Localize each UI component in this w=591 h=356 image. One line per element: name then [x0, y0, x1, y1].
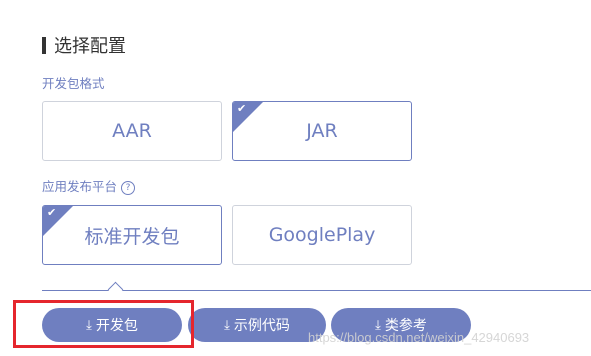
package-format-label: 开发包格式	[42, 76, 105, 91]
download-sample-code-label: 示例代码	[233, 318, 290, 334]
platform-option-standard-label: 标准开发包	[84, 225, 180, 248]
help-icon[interactable]: ?	[121, 181, 136, 195]
divider	[42, 290, 591, 291]
watermark: https://blog.csdn.net/weixin_42940693	[308, 330, 530, 345]
check-icon: ✔	[237, 102, 247, 115]
format-option-jar[interactable]: ✔ JAR	[232, 101, 412, 161]
platform-option-googleplay[interactable]: GooglePlay	[232, 205, 412, 265]
format-option-aar-label: AAR	[112, 120, 152, 142]
platform-label: 应用发布平台	[42, 179, 118, 194]
download-sample-code-button[interactable]: ⤓ 示例代码	[188, 308, 326, 342]
platform-option-standard[interactable]: ✔ 标准开发包	[42, 205, 222, 265]
platform-option-googleplay-label: GooglePlay	[268, 224, 376, 246]
divider-pointer	[107, 281, 124, 298]
download-icon: ⤓	[224, 317, 230, 333]
format-option-aar[interactable]: AAR	[42, 101, 222, 161]
section-title-bar	[42, 37, 46, 54]
platform-label-row: 应用发布平台?	[42, 179, 136, 195]
check-icon: ✔	[47, 206, 57, 219]
format-option-jar-label: JAR	[306, 120, 338, 142]
section-title: 选择配置	[54, 36, 126, 57]
highlight-box	[13, 300, 194, 348]
